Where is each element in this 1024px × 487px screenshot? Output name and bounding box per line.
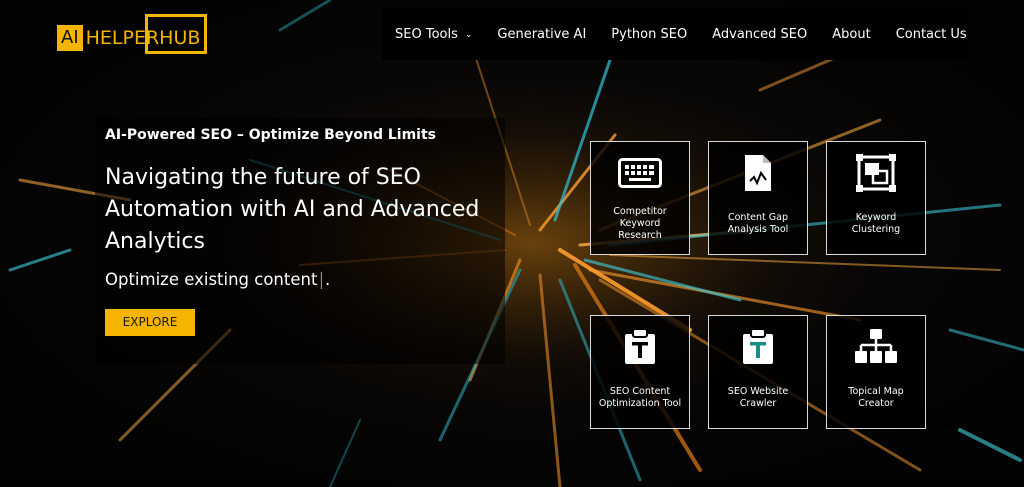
hero-section: AI HELPERHUB SEO Tools ⌄ Generative AI Py…: [0, 0, 1024, 487]
logo-ai-badge: AI: [57, 25, 83, 51]
logo-wordmark: HELPERHUB: [85, 27, 201, 49]
tool-card-competitor-keyword-research[interactable]: Competitor Keyword Research: [590, 141, 690, 255]
nav-item-python-seo[interactable]: Python SEO: [611, 27, 687, 42]
typed-text-line: Optimize existing content|.: [105, 270, 330, 289]
nav-item-advanced-seo[interactable]: Advanced SEO: [712, 27, 807, 42]
site-logo[interactable]: AI HELPERHUB: [57, 14, 207, 54]
sitemap-icon: [853, 327, 899, 367]
nav-item-contact-us[interactable]: Contact Us: [896, 27, 967, 42]
tool-card-seo-website-crawler[interactable]: SEO Website Crawler: [708, 315, 808, 429]
clipboard-crawler-icon: [735, 327, 781, 367]
tool-card-label: Topical Map Creator: [848, 385, 904, 409]
tool-card-keyword-clustering[interactable]: Keyword Clustering: [826, 141, 926, 255]
nav-item-label: SEO Tools: [395, 26, 458, 42]
tool-card-label: Competitor Keyword Research: [613, 205, 667, 241]
tool-card-label: Content Gap Analysis Tool: [727, 211, 789, 235]
tool-card-label: Keyword Clustering: [851, 211, 901, 235]
chevron-down-icon: ⌄: [464, 29, 473, 40]
nav-item-seo-tools[interactable]: SEO Tools ⌄: [395, 27, 472, 42]
explore-button[interactable]: EXPLORE: [105, 309, 195, 336]
main-navigation: SEO Tools ⌄ Generative AI Python SEO Adva…: [382, 8, 967, 60]
tool-card-label: SEO Website Crawler: [727, 385, 789, 409]
typed-suffix: .: [325, 270, 331, 289]
tool-card-topical-map-creator[interactable]: Topical Map Creator: [826, 315, 926, 429]
nav-item-about[interactable]: About: [832, 27, 870, 42]
keyboard-icon: [617, 153, 663, 193]
typing-caret: |: [318, 270, 324, 289]
hero-headline: Navigating the future of SEO Automation …: [105, 165, 480, 254]
tool-card-content-gap-analysis[interactable]: Content Gap Analysis Tool: [708, 141, 808, 255]
document-chart-icon: [735, 153, 781, 193]
nav-item-generative-ai[interactable]: Generative AI: [497, 27, 586, 42]
typed-text: Optimize existing content: [105, 270, 318, 289]
hero-tagline: AI-Powered SEO – Optimize Beyond Limits: [105, 127, 436, 143]
tool-card-label: SEO Content Optimization Tool: [598, 385, 682, 409]
clipboard-text-icon: [617, 327, 663, 367]
cluster-icon: [853, 153, 899, 193]
tool-card-seo-content-optimization[interactable]: SEO Content Optimization Tool: [590, 315, 690, 429]
